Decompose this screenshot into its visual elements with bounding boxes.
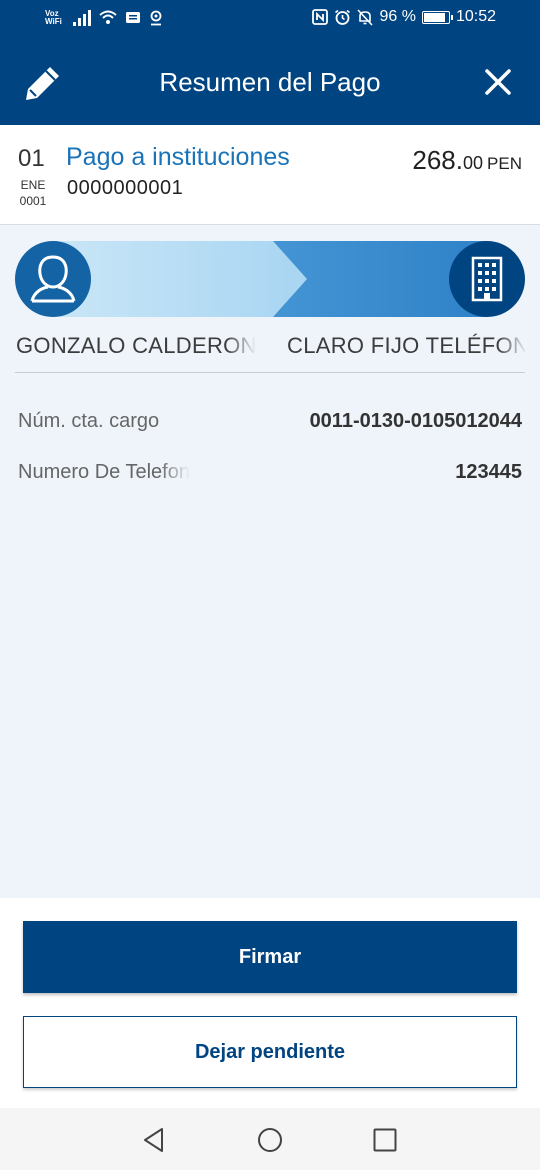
payer-name-fade [226, 325, 256, 365]
date-year: 0001 [19, 194, 47, 208]
back-icon [144, 1128, 163, 1152]
page-title: Resumen del Pago [159, 67, 381, 97]
section-divider [15, 372, 525, 373]
recents-icon [373, 1128, 397, 1152]
back-button[interactable] [140, 1126, 168, 1154]
nfc-icon [312, 9, 329, 25]
status-left: Voz WiFi [45, 10, 163, 26]
amount-currency: PEN [487, 154, 522, 173]
date-day: 01 [18, 145, 45, 172]
wifi-icon [99, 10, 117, 24]
location-icon [150, 10, 162, 26]
amount-integer: 268. [412, 145, 463, 175]
account-value: 0011-0130-0105012044 [309, 410, 522, 432]
user-icon [30, 255, 76, 303]
account-label: Núm. cta. cargo [18, 410, 160, 432]
home-button[interactable] [256, 1126, 284, 1154]
battery-fill [423, 12, 445, 22]
payee-name-fade [497, 325, 527, 365]
payee-avatar [449, 241, 525, 317]
payment-amount: 268.00 PEN [412, 145, 522, 176]
home-icon [258, 1128, 282, 1152]
clock: 10:52 [455, 8, 496, 25]
signal-icon [73, 10, 91, 26]
payee-name: CLARO FIJO TELÉFONO [287, 333, 525, 358]
message-icon [126, 12, 140, 23]
recents-button[interactable] [371, 1126, 399, 1154]
close-button[interactable] [484, 68, 512, 96]
voz-wifi-indicator: Voz WiFi [45, 10, 65, 26]
sign-button[interactable]: Firmar [23, 921, 517, 993]
phone-value: 123445 [455, 461, 522, 483]
payment-reference: 0000000001 [67, 177, 184, 199]
date-month: ENE [20, 178, 46, 192]
close-icon [485, 69, 511, 95]
phone-label-fade [160, 455, 190, 489]
app-header: Resumen del Pago [0, 40, 540, 125]
status-bar: Voz WiFi 96 % 10:52 [0, 0, 540, 40]
payment-summary-card: 01 ENE 0001 Pago a instituciones 0000000… [0, 125, 540, 225]
leave-pending-button[interactable]: Dejar pendiente [23, 1016, 517, 1088]
payer-avatar [15, 241, 91, 317]
system-nav-bar [0, 1108, 540, 1170]
status-right: 96 % 10:52 [312, 8, 496, 26]
transfer-flow-banner [15, 241, 525, 317]
mute-icon [357, 8, 374, 26]
alarm-icon [335, 9, 351, 25]
payer-name: GONZALO CALDERON [16, 333, 256, 358]
building-icon [471, 256, 503, 302]
action-panel: Firmar Dejar pendiente [0, 898, 540, 1108]
wifi-label: WiFi [45, 17, 62, 26]
battery-percent: 96 % [379, 8, 416, 25]
payment-title: Pago a instituciones [66, 143, 290, 171]
battery-icon [421, 10, 453, 24]
date-month-year: ENE 0001 [18, 177, 48, 209]
amount-decimals: 00 [463, 153, 484, 173]
